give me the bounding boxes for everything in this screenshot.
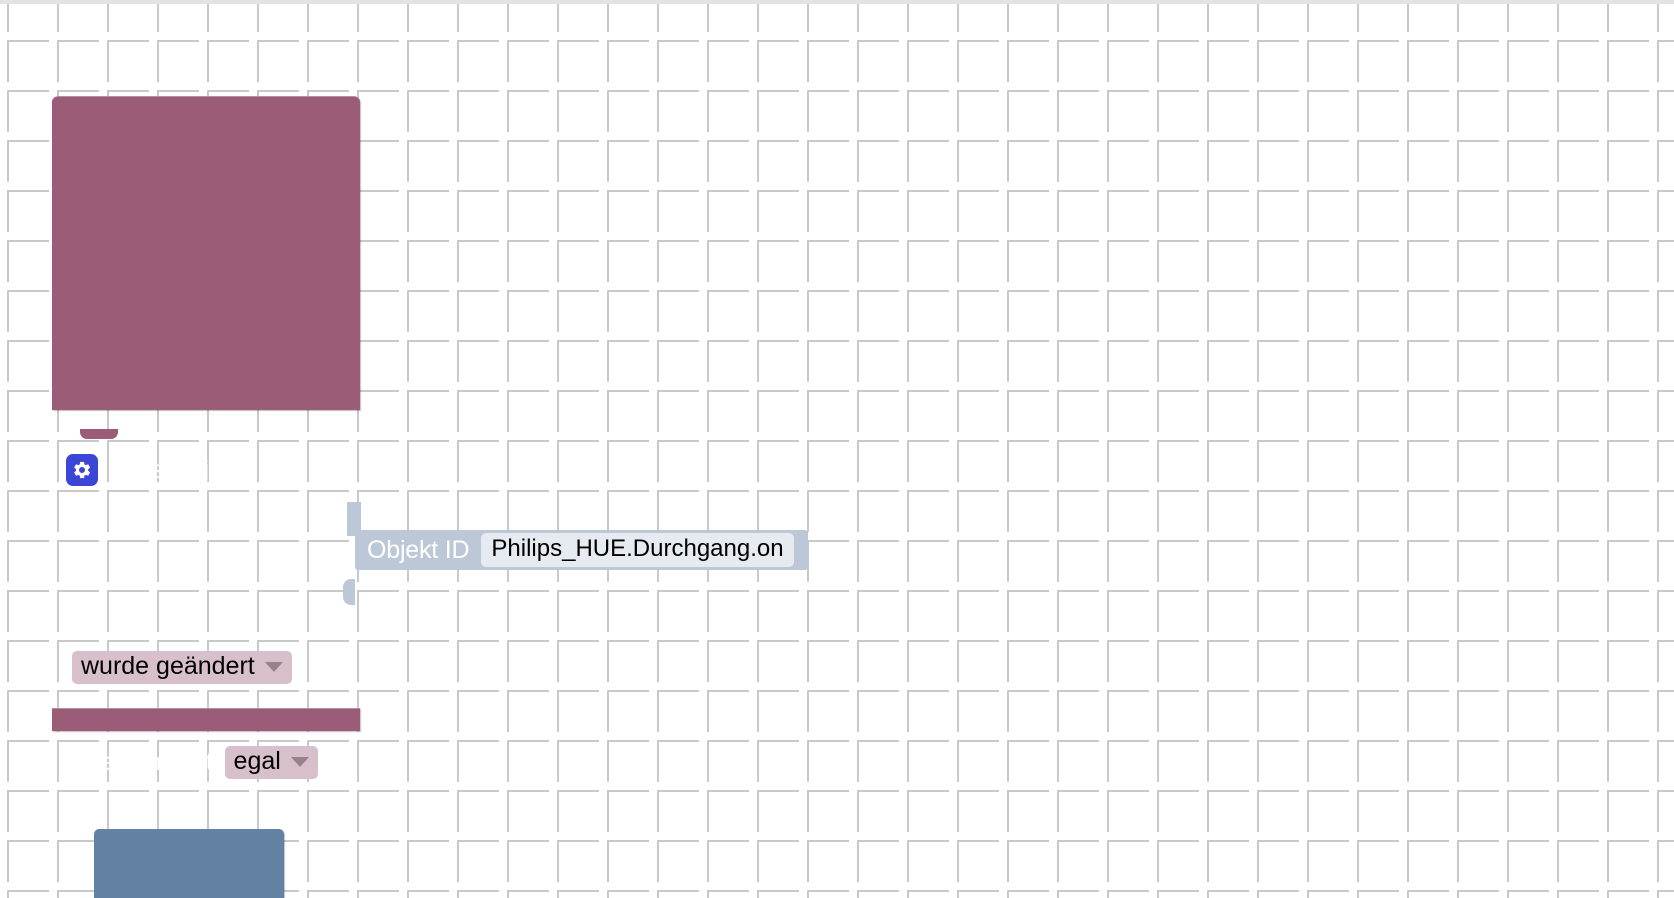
- gear-icon[interactable]: [66, 454, 98, 486]
- canvas-bottom-border: [0, 2, 1674, 4]
- trigger-1-objectid-label: Objekt ID: [367, 535, 470, 564]
- trigger-1-title: Falls Objekt: [112, 455, 242, 484]
- trigger-1-header[interactable]: Falls Objekt: [66, 446, 356, 494]
- trigger-1-ack-label: anerkannt ist: [72, 747, 213, 776]
- trigger-block-1-foot: [52, 708, 360, 731]
- trigger-block-1[interactable]: [52, 96, 360, 410]
- chevron-down-icon: [290, 757, 309, 767]
- trigger-1-ack-dropdown[interactable]: egal: [224, 745, 318, 779]
- trigger-1-changemode-value: wurde geändert: [81, 651, 255, 680]
- trigger-1-objectid-reporter[interactable]: Objekt ID Philips_HUE.Durchgang.on: [355, 530, 808, 570]
- blockly-workspace[interactable]: Falls Objekt Objekt ID Philips_HUE.Durch…: [0, 0, 1674, 898]
- trigger-1-changemode-dropdown[interactable]: wurde geändert: [72, 650, 292, 684]
- trigger-1-objectid-value[interactable]: Philips_HUE.Durchgang.on: [481, 533, 794, 567]
- trigger-1-ack-row[interactable]: anerkannt ist egal: [72, 738, 1674, 786]
- trigger-1-changemode-row[interactable]: wurde geändert: [72, 643, 1674, 691]
- trigger-1-ack-value: egal: [233, 746, 281, 775]
- trigger-block-1-top-notch: [80, 429, 118, 439]
- chevron-down-icon: [264, 662, 283, 672]
- if-block-1[interactable]: [94, 829, 284, 898]
- trigger-1-objectid-notch: [343, 579, 355, 605]
